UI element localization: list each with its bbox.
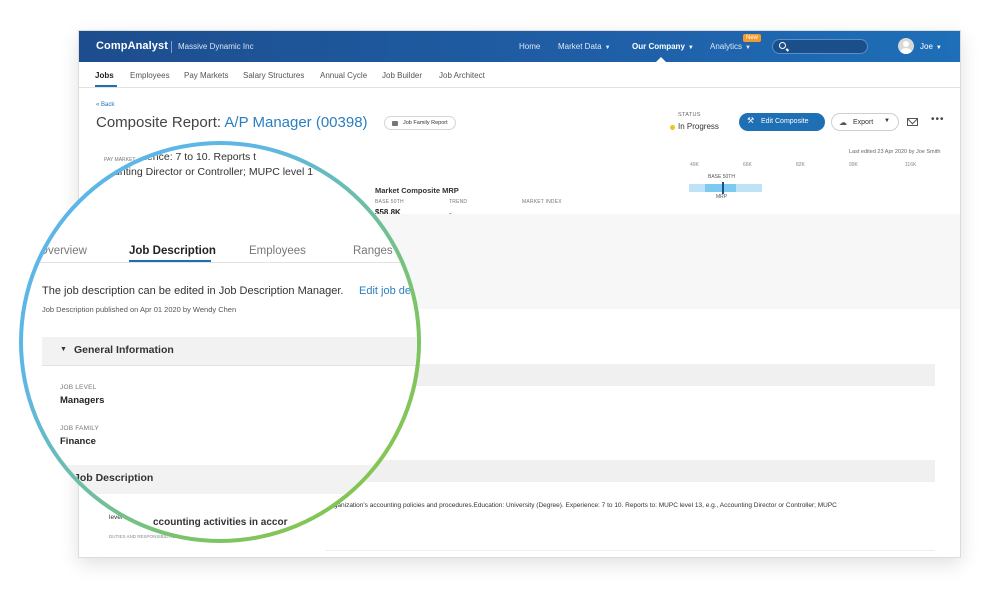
- range-bar-label: BASE 50TH: [708, 174, 735, 180]
- job-description-text: organization's accounting policies and p…: [328, 502, 837, 509]
- market-index-header: MARKET INDEX: [522, 199, 562, 205]
- export-button[interactable]: ☁ Export ▼: [831, 113, 899, 131]
- job-title-link[interactable]: A/P Manager (00398): [224, 114, 367, 131]
- nav-our-company[interactable]: Our Company ▼: [632, 42, 694, 51]
- trend-header: TREND: [449, 199, 468, 205]
- cloud-download-icon: ☁: [839, 118, 847, 127]
- chevron-down-icon: ▼: [935, 45, 942, 51]
- page-title: Composite Report: A/P Manager (00398): [96, 114, 368, 131]
- chevron-down-icon: ▼: [604, 45, 611, 51]
- sub-navbar: Jobs Employees Pay Markets Salary Struct…: [79, 62, 960, 88]
- tab-job-description[interactable]: Job Description: [129, 245, 216, 257]
- nav-home[interactable]: Home: [519, 42, 540, 51]
- subnav-jobs[interactable]: Jobs: [95, 71, 114, 80]
- job-description-title: Job Description: [74, 472, 154, 484]
- mrp-marker: [722, 182, 724, 194]
- subnav-employees[interactable]: Employees: [130, 71, 170, 80]
- market-composite-title: Market Composite MRP: [375, 186, 459, 195]
- edit-job-description-link[interactable]: Edit job de: [359, 285, 411, 297]
- market-range-core: [705, 184, 736, 192]
- search-input[interactable]: [772, 39, 868, 54]
- company-name: Massive Dynamic Inc: [178, 42, 254, 51]
- last-edited-text: Last edited 23 Apr 2020 by Joe Smith: [849, 149, 941, 155]
- more-options-icon[interactable]: •••: [931, 114, 945, 125]
- status-dot-icon: [670, 125, 675, 130]
- stage: CompAnalyst Massive Dynamic Inc Home Mar…: [0, 0, 996, 600]
- zoomed-duties-fragment: ccounting activities in accor: [153, 517, 288, 528]
- status-value: In Progress: [678, 122, 719, 131]
- scale-tick: 66K: [743, 162, 752, 168]
- tab-overview[interactable]: Overview: [39, 245, 87, 257]
- divider: [325, 550, 935, 551]
- job-level-label: JOB LEVEL: [60, 384, 97, 391]
- avatar[interactable]: [898, 38, 914, 54]
- brand-divider: [171, 41, 172, 53]
- zoomed-description-fragment: counting Director or Controller; MUPC le…: [103, 166, 314, 178]
- chevron-down-icon: ▼: [745, 45, 751, 51]
- edit-note-text: The job description can be edited in Job…: [42, 285, 344, 297]
- back-link[interactable]: « Back: [96, 102, 114, 108]
- tab-employees[interactable]: Employees: [249, 245, 306, 257]
- user-menu[interactable]: Joe ▼: [920, 42, 942, 51]
- scale-tick: 49K: [690, 162, 699, 168]
- job-family-value: Finance: [60, 436, 96, 447]
- chevron-down-icon: ▼: [687, 45, 694, 51]
- mrp-label: MRP: [716, 194, 728, 200]
- published-info: Job Description published on Apr 01 2020…: [42, 305, 237, 314]
- new-badge: New: [743, 34, 762, 42]
- job-family-report-button[interactable]: Job Family Report: [384, 116, 456, 130]
- job-family-label: JOB FAMILY: [60, 425, 100, 432]
- status-label: STATUS: [678, 112, 701, 118]
- search-icon: [779, 42, 786, 49]
- subnav-job-architect[interactable]: Job Architect: [439, 71, 485, 80]
- mail-icon[interactable]: [907, 118, 918, 126]
- general-information-title: General Information: [74, 344, 174, 356]
- scale-tick: 116K: [905, 162, 917, 168]
- base-50th-header: BASE 50TH: [375, 199, 404, 205]
- tab-divider: [23, 262, 417, 263]
- subnav-annual-cycle[interactable]: Annual Cycle: [320, 71, 367, 80]
- subnav-salary-structures[interactable]: Salary Structures: [243, 71, 304, 80]
- nav-market-data[interactable]: Market Data ▼: [558, 42, 611, 51]
- brand-logo[interactable]: CompAnalyst: [96, 40, 168, 52]
- active-tab-underline: [95, 85, 117, 87]
- top-navbar: CompAnalyst Massive Dynamic Inc Home Mar…: [79, 31, 960, 62]
- chevron-down-icon: ▼: [884, 118, 890, 124]
- subnav-pay-markets[interactable]: Pay Markets: [184, 71, 228, 80]
- subnav-job-builder[interactable]: Job Builder: [382, 71, 422, 80]
- nav-analytics[interactable]: Analytics ▼: [710, 42, 751, 51]
- tab-ranges[interactable]: Ranges: [353, 245, 393, 257]
- magnifier-lens: e). Experience: 7 to 10. Reports t count…: [23, 145, 417, 539]
- caret-down-icon[interactable]: ▼: [60, 346, 67, 353]
- scale-tick: 82K: [796, 162, 805, 168]
- zoomed-description-fragment: e). Experience: 7 to 10. Reports t: [102, 151, 257, 163]
- job-level-value: Managers: [60, 395, 105, 406]
- edit-composite-button[interactable]: Edit Composite: [739, 113, 825, 131]
- scale-tick: 99K: [849, 162, 858, 168]
